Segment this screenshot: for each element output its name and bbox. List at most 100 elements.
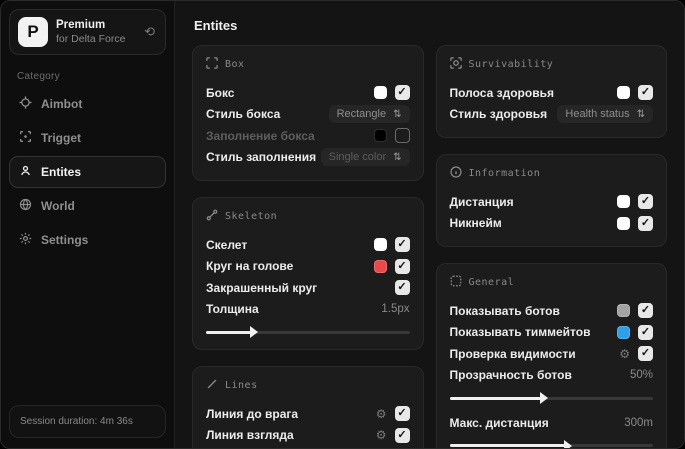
setting-label: Макс. дистанция — [449, 415, 549, 430]
color-swatch[interactable] — [617, 304, 630, 318]
check-icon: ✓ — [397, 238, 407, 251]
checkbox[interactable]: ✓ — [394, 427, 410, 443]
color-swatch[interactable] — [617, 325, 630, 339]
box-style-select[interactable]: Rectangle ⇅ — [328, 105, 410, 124]
slider-thumb[interactable] — [540, 392, 549, 404]
health-style-select[interactable]: Health status ⇅ — [557, 105, 653, 124]
fill-style-select[interactable]: Single color ⇅ — [320, 148, 410, 167]
sidebar-item-label: Aimbot — [41, 97, 83, 111]
check-icon: ✓ — [640, 195, 651, 208]
setting-row: Бокс ✓ — [206, 82, 410, 104]
checkbox[interactable]: ✓ — [394, 258, 410, 274]
panel-title: Box — [225, 59, 245, 70]
checkbox[interactable]: ✓ — [394, 237, 410, 253]
sidebar-item-label: World — [41, 199, 75, 213]
gear-icon[interactable]: ⚙ — [376, 429, 387, 441]
sidebar-item-trigget[interactable]: Trigget — [9, 122, 166, 154]
setting-label: Линия взгляда — [206, 428, 294, 443]
thickness-slider[interactable] — [206, 326, 410, 338]
color-swatch[interactable] — [373, 259, 387, 273]
setting-label: Никнейм — [449, 216, 502, 231]
checkbox[interactable]: ✓ — [638, 346, 653, 362]
slider-track — [206, 326, 410, 338]
checkbox[interactable]: ✓ — [638, 85, 653, 101]
setting-label: Стиль бокса — [206, 107, 281, 122]
check-icon: ✓ — [640, 347, 651, 360]
setting-row: Показывать ботов ✓ — [450, 300, 653, 322]
slider-value: 50% — [629, 369, 653, 382]
sidebar-item-aimbot[interactable]: Aimbot — [9, 88, 166, 120]
session-duration-box: Session duration: 4m 36s — [9, 405, 166, 438]
slider-thumb[interactable] — [564, 439, 573, 448]
sidebar-item-world[interactable]: World — [9, 190, 166, 222]
color-swatch[interactable] — [373, 129, 387, 143]
main-content: Entites Box Бокс ✓ Стиль бокса Rectangle… — [175, 1, 684, 448]
checkbox[interactable]: ✓ — [394, 406, 410, 422]
check-icon: ✓ — [397, 281, 407, 294]
setting-label: Стиль заполнения — [206, 150, 317, 165]
sidebar-item-settings[interactable]: Settings — [9, 224, 166, 256]
sync-icon[interactable]: ⟲ — [142, 22, 157, 42]
sidebar-item-entites[interactable]: Entites — [9, 156, 166, 188]
gear-icon[interactable]: ⚙ — [376, 408, 387, 420]
scan-circle-icon — [449, 57, 462, 72]
sidebar-item-label: Settings — [41, 233, 89, 247]
checkbox[interactable]: ✓ — [638, 324, 653, 340]
setting-row: Полоса здоровья ✓ — [449, 82, 653, 104]
color-swatch[interactable] — [617, 216, 630, 230]
check-icon: ✓ — [640, 325, 651, 338]
slider-thumb[interactable] — [249, 326, 258, 338]
slider-track — [449, 439, 653, 448]
check-icon: ✓ — [397, 428, 407, 441]
panel-skeleton: Skeleton Скелет ✓ Круг на голове ✓ Закра… — [192, 197, 424, 350]
setting-row: Стиль заполнения Single color ⇅ — [206, 147, 410, 169]
setting-label: Полоса здоровья — [449, 85, 554, 100]
panel-box-header: Box — [206, 57, 410, 72]
setting-row: Линия до врага ⚙ ✓ — [206, 403, 410, 425]
chevron-updown-icon: ⇅ — [393, 108, 402, 120]
slider-value: 300m — [624, 416, 653, 429]
color-swatch[interactable] — [617, 195, 630, 209]
setting-label: Круг на голове — [206, 259, 294, 274]
slider-fill — [449, 392, 549, 404]
setting-row: Показывать тиммейтов ✓ — [450, 322, 653, 344]
setting-row: Толщина 1.5px — [206, 299, 410, 321]
panel-survivability: Survivability Полоса здоровья ✓ Стиль зд… — [435, 45, 667, 138]
check-icon: ✓ — [640, 86, 651, 99]
check-icon: ✓ — [397, 259, 407, 272]
panel-general-header: General — [450, 275, 654, 290]
checkbox[interactable]: ✓ — [638, 303, 653, 319]
trigger-icon — [19, 130, 32, 146]
panel-survivability-header: Survivability — [449, 57, 654, 72]
setting-row: Прозрачность ботов 50% — [450, 365, 654, 387]
color-swatch[interactable] — [373, 86, 387, 100]
checkbox[interactable]: ✓ — [394, 85, 410, 101]
setting-row: Стиль бокса Rectangle ⇅ — [206, 104, 410, 126]
slider-fill — [449, 439, 573, 448]
setting-row: Закрашенный круг ✓ — [206, 277, 410, 299]
setting-label: Заполнение бокса — [206, 128, 315, 143]
color-swatch[interactable] — [617, 86, 630, 100]
sidebar-header-text: Premium for Delta Force — [56, 18, 134, 46]
gear-icon — [19, 232, 32, 248]
entities-icon — [19, 164, 32, 180]
panel-skeleton-header: Skeleton — [206, 209, 410, 224]
grid-icon — [450, 275, 462, 290]
max-distance-slider[interactable] — [449, 439, 653, 448]
checkbox[interactable]: ✓ — [638, 194, 653, 210]
setting-label: Стиль здоровья — [449, 107, 548, 122]
slider-value: 1.5px — [381, 303, 410, 316]
panel-title: Skeleton — [225, 211, 278, 222]
panel-information-header: Information — [449, 166, 654, 181]
checkbox[interactable]: ✓ — [394, 280, 410, 296]
color-swatch[interactable] — [373, 238, 387, 252]
checkbox[interactable]: ✓ — [394, 128, 410, 144]
setting-label: Линия до врага — [206, 406, 299, 421]
info-icon — [449, 166, 462, 181]
checkbox[interactable]: ✓ — [638, 215, 653, 231]
gear-icon[interactable]: ⚙ — [619, 348, 630, 360]
setting-row: Круг на голове ✓ — [206, 256, 410, 278]
bot-opacity-slider[interactable] — [449, 392, 653, 404]
setting-label: Бокс — [206, 85, 235, 100]
select-value: Single color — [328, 151, 387, 164]
